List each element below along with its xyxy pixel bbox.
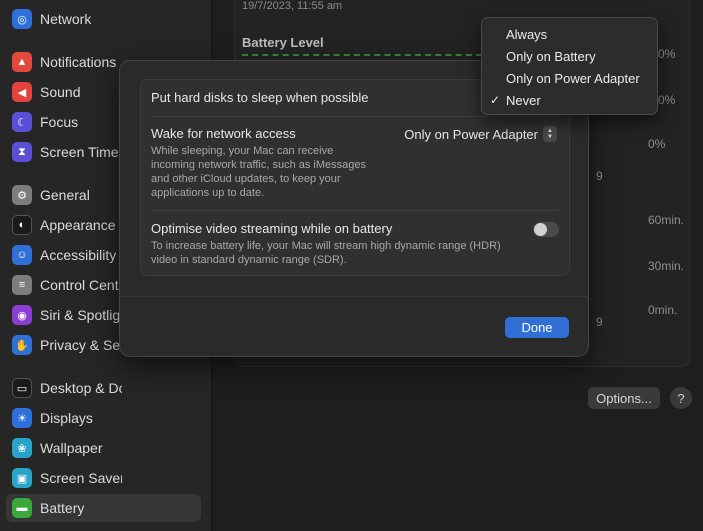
sidebar-item-label: Siri & Spotlight (40, 307, 122, 323)
accessibility-icon: ☺ (12, 245, 32, 265)
wake-network-description: While sleeping, your Mac can receive inc… (151, 145, 366, 199)
toggle-knob (534, 223, 547, 236)
sidebar-item-desktop-dock[interactable]: ▭ Desktop & Dock (6, 374, 201, 402)
x-axis-label: 9 (596, 169, 603, 183)
menu-item-label: Only on Battery (506, 48, 596, 64)
sidebar-item-label: Displays (40, 410, 93, 426)
x-axis-label: 9 (596, 315, 603, 329)
sidebar-item-label: General (40, 187, 90, 203)
wake-network-title: Wake for network access (151, 126, 296, 141)
menu-item-label: Always (506, 26, 548, 42)
sidebar-item-label: Appearance (40, 217, 116, 233)
sidebar-item-wallpaper[interactable]: ❀ Wallpaper (6, 434, 201, 462)
hard-disk-sleep-menu: Always Only on Battery Only on Power Ada… (481, 17, 658, 115)
menu-item-always[interactable]: Always (482, 23, 657, 45)
sidebar-item-displays[interactable]: ☀ Displays (6, 404, 201, 432)
done-button[interactable]: Done (505, 317, 569, 338)
divider (151, 210, 559, 211)
sidebar-item-label: Sound (40, 84, 81, 100)
sidebar-item-label: Desktop & Dock (40, 380, 122, 396)
video-streaming-toggle[interactable] (533, 222, 559, 237)
y-axis-label: 0% (658, 47, 676, 61)
globe-icon: ◎ (12, 9, 32, 29)
menu-item-label: Never (506, 92, 541, 108)
sidebar-item-label: Screen Saver (40, 470, 122, 486)
divider (120, 296, 588, 297)
speaker-icon: ◀ (12, 82, 32, 102)
menu-item-label: Only on Power Adapter (506, 70, 640, 86)
sun-icon: ☀ (12, 408, 32, 428)
sidebar-item-label: Control Centre (40, 277, 122, 293)
menu-item-only-on-power-adapter[interactable]: Only on Power Adapter (482, 67, 657, 89)
appearance-icon: ◐ (12, 215, 32, 235)
battery-level-line (242, 54, 482, 56)
y-axis-label: 0min. (648, 303, 678, 317)
sidebar-item-label: Accessibility (40, 247, 117, 263)
sidebar-item-network[interactable]: ◎ Network (6, 5, 201, 33)
video-streaming-title: Optimise video streaming while on batter… (151, 221, 393, 236)
hard-disk-sleep-title: Put hard disks to sleep when possible (151, 90, 369, 105)
sidebar-item-screen-saver[interactable]: ▣ Screen Saver (6, 464, 201, 492)
bell-icon: ▲ (12, 52, 32, 72)
sidebar-item-label: Battery (40, 500, 85, 516)
gear-icon: ⚙ (12, 185, 32, 205)
wake-network-value: Only on Power Adapter (404, 126, 538, 142)
switches-icon: ≡ (12, 275, 32, 295)
battery-icon: ▬ (12, 498, 32, 518)
sidebar-item-label: Notifications (40, 54, 117, 70)
menu-item-only-on-battery[interactable]: Only on Battery (482, 45, 657, 67)
sidebar-item-label: Privacy & Security (40, 337, 122, 353)
chevron-up-down-icon: ▲ ▼ (543, 126, 557, 142)
sidebar-item-label: Network (40, 11, 92, 27)
menu-item-never[interactable]: ✓ Never (482, 89, 657, 111)
flower-icon: ❀ (12, 438, 32, 458)
y-axis-label: 60min. (648, 213, 685, 227)
sidebar-item-label: Wallpaper (40, 440, 103, 456)
options-button[interactable]: Options... (588, 387, 660, 409)
sidebar-item-label: Focus (40, 114, 79, 130)
divider (151, 116, 559, 117)
battery-level-title: Battery Level (242, 35, 324, 50)
moon-icon: ☾ (12, 112, 32, 132)
y-axis-label: 0% (648, 137, 666, 151)
help-button[interactable]: ? (670, 387, 692, 409)
chart-date: 19/7/2023, 11:55 am (242, 0, 343, 12)
y-axis-label: 30min. (648, 259, 685, 273)
hand-icon: ✋ (12, 335, 32, 355)
sidebar-item-label: Screen Time (40, 144, 119, 160)
siri-icon: ◉ (12, 305, 32, 325)
wake-network-popup[interactable]: Only on Power Adapter ▲ ▼ (404, 126, 557, 142)
hourglass-icon: ⧗ (12, 142, 32, 162)
checkmark-icon: ✓ (490, 93, 501, 107)
video-streaming-description: To increase battery life, your Mac will … (151, 240, 501, 266)
screensaver-icon: ▣ (12, 468, 32, 488)
sidebar-item-battery[interactable]: ▬ Battery (6, 494, 201, 522)
dock-icon: ▭ (12, 378, 32, 398)
y-axis-label: 0% (658, 93, 676, 107)
